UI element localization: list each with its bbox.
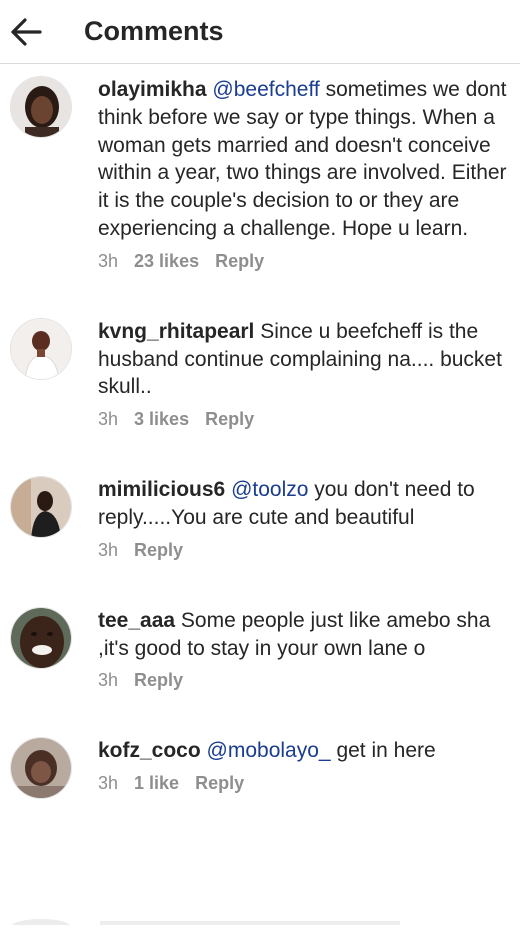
comment-item: kvng_rhitapearl Since u beefcheff is the… [0, 317, 520, 430]
avatar[interactable] [10, 76, 72, 138]
avatar[interactable] [10, 317, 72, 380]
avatar-image [11, 607, 71, 668]
avatar-image [11, 318, 71, 379]
comment-item: tee_aaa Some people just like amebo sha … [0, 606, 520, 692]
reply-button[interactable]: Reply [205, 409, 254, 430]
partial-content [11, 919, 400, 930]
next-comment-partial [0, 912, 520, 930]
comment-meta: 3h Reply [98, 670, 518, 691]
comment-meta: 3h Reply [98, 540, 518, 561]
comment-text: kvng_rhitapearl Since u beefcheff is the… [98, 318, 518, 401]
comment-mention[interactable]: @mobolayo_ [207, 739, 331, 762]
comment-username[interactable]: tee_aaa [98, 609, 175, 632]
comment-time: 3h [98, 250, 119, 271]
comment-username[interactable]: olayimikha [98, 78, 207, 101]
comment-text: tee_aaa Some people just like amebo sha … [98, 607, 518, 663]
comment-message: get in here [330, 739, 436, 763]
comment-body: mimilicious6 @toolzo you don't need to r… [98, 476, 518, 561]
avatar[interactable] [10, 606, 72, 669]
comment-time: 3h [98, 773, 119, 794]
reply-button[interactable]: Reply [195, 773, 244, 794]
comment-item: mimilicious6 @toolzo you don't need to r… [0, 476, 520, 561]
avatar-image [11, 77, 71, 137]
avatar-image [11, 477, 71, 538]
back-arrow-icon [11, 17, 42, 46]
reply-button[interactable]: Reply [215, 251, 264, 272]
comment-username[interactable]: mimilicious6 [98, 478, 225, 501]
comment-username[interactable]: kvng_rhitapearl [98, 320, 254, 343]
comment-list: olayimikha @beefcheff sometimes we dont … [0, 76, 520, 800]
comment-message: sometimes we dont think before we say or… [98, 78, 507, 240]
comment-likes[interactable]: 23 likes [134, 251, 199, 272]
comment-text: mimilicious6 @toolzo you don't need to r… [98, 476, 518, 532]
comment-body: olayimikha @beefcheff sometimes we dont … [98, 76, 518, 272]
comment-body: kofz_coco @mobolayo_ get in here 3h 1 li… [98, 737, 518, 799]
comment-time: 3h [98, 539, 119, 560]
comment-time: 3h [98, 409, 119, 430]
top-bar: Comments [0, 0, 520, 64]
comment-text: olayimikha @beefcheff sometimes we dont … [98, 76, 518, 243]
comment-mention[interactable]: @beefcheff [212, 78, 319, 101]
comment-username[interactable]: kofz_coco [98, 739, 201, 762]
comment-meta: 3h 23 likes Reply [98, 251, 518, 272]
avatar[interactable] [10, 737, 72, 800]
comment-likes[interactable]: 3 likes [134, 409, 189, 430]
comment-item: olayimikha @beefcheff sometimes we dont … [0, 76, 520, 272]
page-title: Comments [84, 16, 224, 46]
comment-text: kofz_coco @mobolayo_ get in here [98, 737, 518, 765]
back-button[interactable] [0, 8, 52, 56]
comment-body: tee_aaa Some people just like amebo sha … [98, 607, 518, 692]
comment-item: kofz_coco @mobolayo_ get in here 3h 1 li… [0, 737, 520, 800]
comment-meta: 3h 1 like Reply [98, 773, 518, 794]
comment-likes[interactable]: 1 like [134, 773, 179, 794]
reply-button[interactable]: Reply [134, 540, 183, 561]
comment-time: 3h [98, 670, 119, 691]
reply-button[interactable]: Reply [134, 670, 183, 691]
avatar[interactable] [10, 476, 72, 539]
comment-meta: 3h 3 likes Reply [98, 409, 518, 430]
comment-body: kvng_rhitapearl Since u beefcheff is the… [98, 318, 518, 430]
comment-mention[interactable]: @toolzo [231, 478, 308, 501]
avatar-image [11, 738, 71, 799]
